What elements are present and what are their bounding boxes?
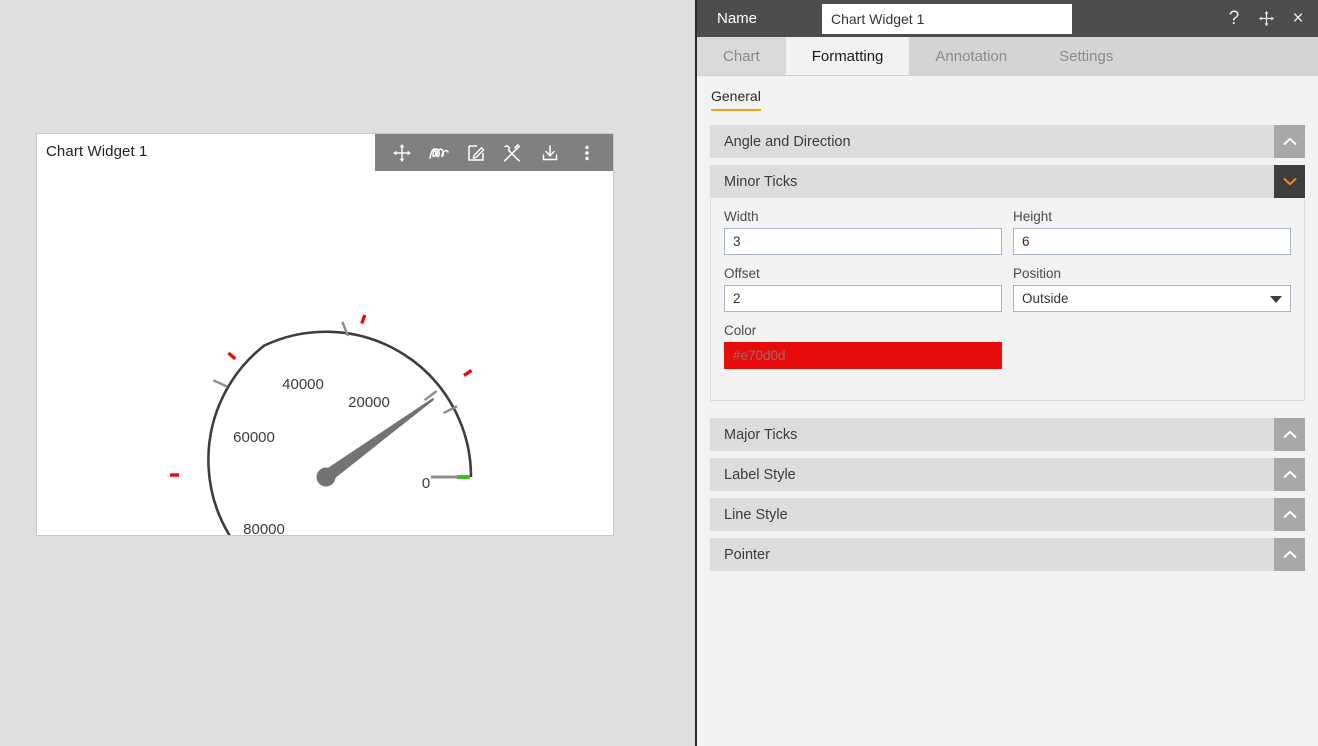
gauge-label-40000: 40000 xyxy=(282,376,324,393)
offset-input[interactable] xyxy=(724,285,1002,312)
gauge-label-20000: 20000 xyxy=(348,394,390,411)
tools-icon[interactable] xyxy=(499,139,527,167)
section-label-style-header[interactable]: Label Style xyxy=(710,458,1305,491)
tab-annotation-label: Annotation xyxy=(935,48,1007,65)
gauge-label-0: 0 xyxy=(422,475,430,492)
width-input[interactable] xyxy=(724,228,1002,255)
help-icon[interactable]: ? xyxy=(1222,7,1246,31)
subtab-general[interactable]: General xyxy=(711,88,761,111)
minor-ticks-row-3: Color xyxy=(724,323,1291,369)
color-label: Color xyxy=(724,323,1002,338)
color-field-spacer xyxy=(1013,323,1291,369)
gauge-label-80000: 80000 xyxy=(243,521,285,535)
section-major-ticks-header[interactable]: Major Ticks xyxy=(710,418,1305,451)
section-major-ticks: Major Ticks xyxy=(710,418,1305,451)
section-line-style-title: Line Style xyxy=(710,507,788,523)
position-select[interactable] xyxy=(1013,285,1291,312)
section-line-style-header[interactable]: Line Style xyxy=(710,498,1305,531)
position-label: Position xyxy=(1013,266,1291,281)
height-label: Height xyxy=(1013,209,1291,224)
height-field-group: Height xyxy=(1013,209,1291,255)
chevron-up-icon[interactable] xyxy=(1274,418,1305,451)
position-field-group: Position xyxy=(1013,266,1291,312)
tab-chart-label: Chart xyxy=(723,48,760,65)
tab-settings-label: Settings xyxy=(1059,48,1113,65)
tab-settings[interactable]: Settings xyxy=(1033,37,1139,75)
sub-tabs: General xyxy=(697,76,1318,111)
widget-name-input[interactable] xyxy=(822,4,1072,34)
width-label: Width xyxy=(724,209,1002,224)
tab-annotation[interactable]: Annotation xyxy=(909,37,1033,75)
section-pointer-header[interactable]: Pointer xyxy=(710,538,1305,571)
more-options-icon[interactable] xyxy=(573,139,601,167)
edit-icon[interactable] xyxy=(462,139,490,167)
gauge-major-ticks-extra xyxy=(425,391,437,400)
color-field-group: Color xyxy=(724,323,1002,369)
minor-ticks-row-2: Offset Position xyxy=(724,266,1291,312)
section-minor-ticks: Minor Ticks Width Height xyxy=(710,165,1305,401)
width-field-group: Width xyxy=(724,209,1002,255)
section-label-style-title: Label Style xyxy=(710,467,796,483)
tab-formatting[interactable]: Formatting xyxy=(786,37,910,75)
gauge-svg: 0 20000 40000 60000 80000 100000 xyxy=(37,171,613,535)
dashboard-canvas: Chart Widget 1 xyxy=(0,0,695,746)
chevron-up-icon[interactable] xyxy=(1274,498,1305,531)
section-angle-and-direction: Angle and Direction xyxy=(710,125,1305,158)
properties-panel: Name ? xyxy=(695,0,1318,746)
height-input[interactable] xyxy=(1013,228,1291,255)
chevron-up-icon[interactable] xyxy=(1274,458,1305,491)
section-pointer-title: Pointer xyxy=(710,547,770,563)
minor-ticks-row-1: Width Height xyxy=(724,209,1291,255)
move-icon[interactable] xyxy=(388,139,416,167)
gauge-label-60000: 60000 xyxy=(233,429,275,446)
chevron-up-icon[interactable] xyxy=(1274,125,1305,158)
name-label: Name xyxy=(717,10,822,27)
download-icon[interactable] xyxy=(536,139,564,167)
scribble-icon[interactable] xyxy=(425,139,453,167)
section-label-style: Label Style xyxy=(710,458,1305,491)
section-minor-ticks-body: Width Height Offset xyxy=(710,199,1305,401)
close-icon[interactable]: × xyxy=(1286,7,1310,31)
section-angle-and-direction-title: Angle and Direction xyxy=(710,134,851,150)
chevron-down-icon[interactable] xyxy=(1274,165,1305,198)
section-angle-and-direction-header[interactable]: Angle and Direction xyxy=(710,125,1305,158)
move-icon[interactable] xyxy=(1254,7,1278,31)
tab-chart[interactable]: Chart xyxy=(697,37,786,75)
offset-label: Offset xyxy=(724,266,1002,281)
section-minor-ticks-title: Minor Ticks xyxy=(710,174,797,190)
color-input[interactable] xyxy=(724,342,1002,369)
gauge-chart: 0 20000 40000 60000 80000 100000 xyxy=(37,171,613,535)
section-line-style: Line Style xyxy=(710,498,1305,531)
gauge-tick-labels: 0 20000 40000 60000 80000 100000 xyxy=(233,376,430,535)
chevron-up-icon[interactable] xyxy=(1274,538,1305,571)
chart-widget: Chart Widget 1 xyxy=(36,133,614,536)
formatting-sections: Angle and Direction Minor Ticks xyxy=(697,111,1318,571)
widget-toolbar xyxy=(375,134,613,171)
widget-title: Chart Widget 1 xyxy=(46,143,147,160)
tab-formatting-label: Formatting xyxy=(812,48,884,65)
section-pointer: Pointer xyxy=(710,538,1305,571)
section-major-ticks-title: Major Ticks xyxy=(710,427,797,443)
window-controls: ? × xyxy=(1222,0,1310,37)
panel-header: Name ? xyxy=(697,0,1318,37)
section-minor-ticks-header[interactable]: Minor Ticks xyxy=(710,165,1305,198)
offset-field-group: Offset xyxy=(724,266,1002,312)
position-select-wrap xyxy=(1013,285,1291,312)
panel-tabs: Chart Formatting Annotation Settings xyxy=(697,37,1318,76)
app-root: Chart Widget 1 xyxy=(0,0,1318,746)
